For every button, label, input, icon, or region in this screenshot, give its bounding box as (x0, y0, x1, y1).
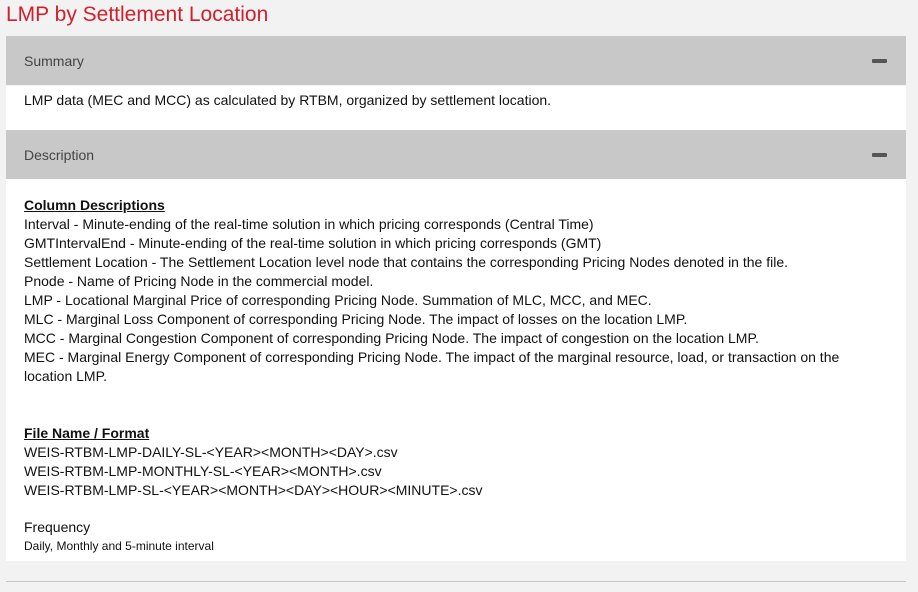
frequency-value: Daily, Monthly and 5-minute interval (24, 539, 214, 553)
column-description-item: MCC - Marginal Congestion Component of c… (24, 330, 759, 346)
description-collapse-minus-icon[interactable] (872, 153, 887, 157)
file-name-format-heading: File Name / Format (24, 425, 150, 441)
description-content: Column Descriptions Interval - Minute-en… (24, 196, 884, 555)
bottom-divider (6, 581, 906, 582)
column-description-item: Pnode - Name of Pricing Node in the comm… (24, 273, 374, 289)
page: LMP by Settlement Location Summary LMP d… (0, 0, 918, 592)
frequency-label: Frequency (24, 519, 91, 535)
file-format-item: WEIS-RTBM-LMP-DAILY-SL-<YEAR><MONTH><DAY… (24, 444, 398, 460)
column-description-item: GMTIntervalEnd - Minute-ending of the re… (24, 235, 602, 251)
summary-panel-header[interactable]: Summary (6, 36, 906, 85)
column-descriptions-heading: Column Descriptions (24, 197, 165, 213)
column-description-item: MEC - Marginal Energy Component of corre… (24, 349, 840, 384)
column-description-item: LMP - Locational Marginal Price of corre… (24, 292, 652, 308)
summary-text: LMP data (MEC and MCC) as calculated by … (24, 92, 552, 108)
description-panel-body: Column Descriptions Interval - Minute-en… (6, 179, 906, 561)
column-description-item: Settlement Location - The Settlement Loc… (24, 254, 788, 270)
column-description-item: MLC - Marginal Loss Component of corresp… (24, 311, 688, 327)
file-format-item: WEIS-RTBM-LMP-SL-<YEAR><MONTH><DAY><HOUR… (24, 482, 483, 498)
summary-collapse-minus-icon[interactable] (872, 59, 887, 63)
summary-header-label: Summary (24, 53, 84, 69)
summary-panel-body: LMP data (MEC and MCC) as calculated by … (6, 86, 906, 130)
page-title: LMP by Settlement Location (6, 3, 269, 26)
column-description-item: Interval - Minute-ending of the real-tim… (24, 216, 594, 232)
file-format-item: WEIS-RTBM-LMP-MONTHLY-SL-<YEAR><MONTH>.c… (24, 463, 382, 479)
description-panel-header[interactable]: Description (6, 130, 906, 179)
description-header-label: Description (24, 147, 95, 163)
